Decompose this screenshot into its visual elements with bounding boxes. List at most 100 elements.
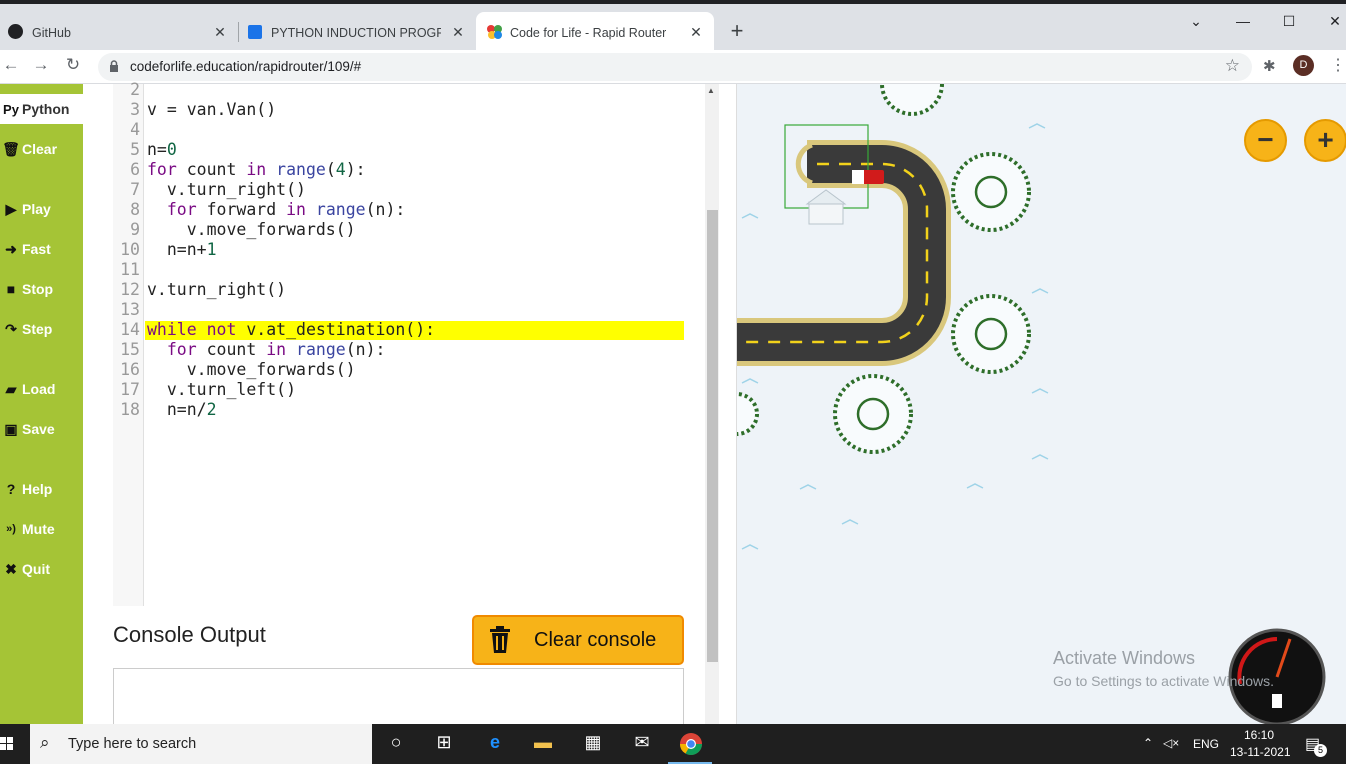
line-number: 12	[120, 280, 140, 299]
mail-icon[interactable]: ✉	[629, 732, 655, 756]
sidebar-item-label: Quit	[22, 561, 50, 577]
tab-github[interactable]: GitHub ✕	[0, 12, 238, 54]
editor-scrollbar-thumb[interactable]	[707, 210, 718, 662]
line-number: 8	[130, 200, 140, 219]
omnibox[interactable]: codeforlife.education/rapidrouter/109/# …	[98, 53, 1252, 81]
code-line[interactable]: n=n/2	[147, 400, 217, 420]
clear-console-button[interactable]: Clear console	[472, 615, 684, 665]
new-tab-button[interactable]: +	[726, 20, 748, 42]
sidebar-item-label: Play	[22, 201, 51, 217]
help-icon: ?	[6, 481, 16, 497]
address-bar: ← → ↻ codeforlife.education/rapidrouter/…	[0, 50, 1346, 84]
code-line[interactable]: for forward in range(n):	[147, 200, 405, 220]
line-number: 17	[120, 380, 140, 399]
house	[805, 189, 847, 225]
code-line[interactable]: v.move_forwards()	[147, 220, 356, 240]
sidebar-item-play[interactable]: ▶ Play	[0, 194, 83, 224]
console-output-title: Console Output	[113, 622, 266, 647]
close-tab-icon[interactable]: ✕	[450, 24, 466, 41]
file-explorer-icon[interactable]: ▬	[530, 732, 556, 756]
tab-title: GitHub	[32, 26, 71, 40]
console-output-box	[113, 668, 684, 728]
extensions-icon[interactable]: ✱	[1263, 57, 1276, 75]
line-number: 9	[130, 220, 140, 239]
sidebar-item-step[interactable]: ↷ Step	[0, 314, 83, 344]
close-window-icon[interactable]: ✕	[1325, 13, 1345, 30]
clock-date[interactable]: 13-11-2021	[1230, 745, 1291, 759]
minimize-icon[interactable]: —	[1233, 13, 1253, 29]
sidebar-item-label: Save	[22, 421, 55, 437]
sidebar-item-quit[interactable]: ✖ Quit	[0, 554, 83, 584]
forward-icon[interactable]: →	[30, 55, 52, 75]
code-line[interactable]: v = van.Van()	[147, 100, 276, 120]
cortana-icon[interactable]: ○	[383, 732, 409, 756]
tab-rapid-router[interactable]: Code for Life - Rapid Router ✕	[476, 12, 714, 54]
play-icon: ▶	[5, 200, 17, 217]
back-icon[interactable]: ←	[0, 55, 22, 75]
language-indicator[interactable]: ENG	[1193, 737, 1219, 751]
save-icon: ▣	[4, 420, 18, 437]
windows-start-icon[interactable]	[0, 737, 14, 751]
line-number: 13	[120, 300, 140, 319]
zoom-out-button[interactable]: −	[1244, 119, 1287, 162]
edge-icon[interactable]: e	[482, 732, 508, 756]
tab-title: Code for Life - Rapid Router	[510, 26, 667, 40]
classroom-icon	[248, 25, 262, 39]
trash-icon: 🗑	[2, 140, 20, 157]
tab-search-icon[interactable]: ⌄	[1186, 13, 1206, 30]
close-tab-icon[interactable]: ✕	[688, 24, 704, 41]
line-number: 14	[120, 320, 140, 339]
sidebar-item-label: Step	[22, 321, 53, 337]
chrome-icon[interactable]	[679, 732, 703, 756]
code-line[interactable]: n=0	[147, 140, 177, 160]
stop-icon: ■	[6, 281, 16, 297]
fast-forward-icon: ➜	[5, 240, 17, 257]
sidebar-item-mute[interactable]: ») Mute	[0, 514, 83, 544]
task-view-icon[interactable]: ⊞	[431, 732, 457, 756]
code-line[interactable]: for count in range(4):	[147, 160, 366, 180]
windows-taskbar: ⌕ Type here to search ○ ⊞ e ▬ ▦ ✉ ⌃ ◁× E…	[0, 724, 1346, 764]
activate-windows-title: Activate Windows	[1053, 648, 1196, 668]
clear-console-label: Clear console	[534, 628, 657, 651]
clock-time[interactable]: 16:10	[1244, 728, 1274, 742]
close-tab-icon[interactable]: ✕	[212, 24, 228, 41]
profile-avatar[interactable]: D	[1293, 55, 1314, 76]
line-number: 10	[120, 240, 140, 259]
scroll-up-arrow-icon[interactable]: ▲	[707, 86, 715, 95]
sidebar-item-save[interactable]: ▣ Save	[0, 414, 83, 444]
python-icon: Py	[3, 101, 19, 117]
road	[737, 140, 951, 366]
browser-menu-icon[interactable]: ⋮	[1330, 55, 1346, 75]
sidebar-item-help[interactable]: ? Help	[0, 474, 83, 504]
tray-expand-icon[interactable]: ⌃	[1143, 736, 1153, 750]
sidebar: Py Python 🗑 Clear ▶ Play ➜ Fast ■ Stop ↷…	[0, 84, 83, 724]
store-icon[interactable]: ▦	[580, 732, 606, 756]
close-icon: ✖	[5, 560, 17, 577]
code-line[interactable]: v.turn_right()	[147, 280, 286, 300]
line-number: 4	[130, 120, 140, 139]
code-line[interactable]: for count in range(n):	[147, 340, 386, 360]
code-line[interactable]: v.turn_right()	[147, 180, 306, 200]
sidebar-item-python[interactable]: Py Python	[0, 94, 83, 124]
code-line[interactable]: v.move_forwards()	[147, 360, 356, 380]
maximize-icon[interactable]: ☐	[1279, 13, 1299, 30]
sidebar-item-stop[interactable]: ■ Stop	[0, 274, 83, 304]
sidebar-item-load[interactable]: ▰ Load	[0, 374, 83, 404]
code-line[interactable]: v.turn_left()	[147, 380, 296, 400]
game-map: − +	[737, 84, 1346, 724]
bookmark-star-icon[interactable]: ☆	[1225, 56, 1240, 76]
taskbar-search-box[interactable]: ⌕ Type here to search	[30, 724, 372, 764]
line-number: 18	[120, 400, 140, 419]
speaker-icon: »)	[6, 523, 16, 535]
tab-python-induction[interactable]: PYTHON INDUCTION PROGRAM ✕	[239, 12, 476, 54]
reload-icon[interactable]: ↻	[62, 55, 84, 75]
zoom-in-button[interactable]: +	[1304, 119, 1346, 162]
code-line[interactable]: n=n+1	[147, 240, 217, 260]
browser-tab-bar: GitHub ✕ PYTHON INDUCTION PROGRAM ✕ Code…	[0, 0, 1346, 54]
code-line-highlighted[interactable]: while not v.at_destination():	[147, 320, 435, 340]
volume-icon[interactable]: ◁×	[1163, 736, 1179, 750]
sidebar-item-clear[interactable]: 🗑 Clear	[0, 134, 83, 164]
panel-divider[interactable]	[719, 84, 737, 724]
sidebar-item-label: Help	[22, 481, 53, 497]
sidebar-item-fast[interactable]: ➜ Fast	[0, 234, 83, 264]
